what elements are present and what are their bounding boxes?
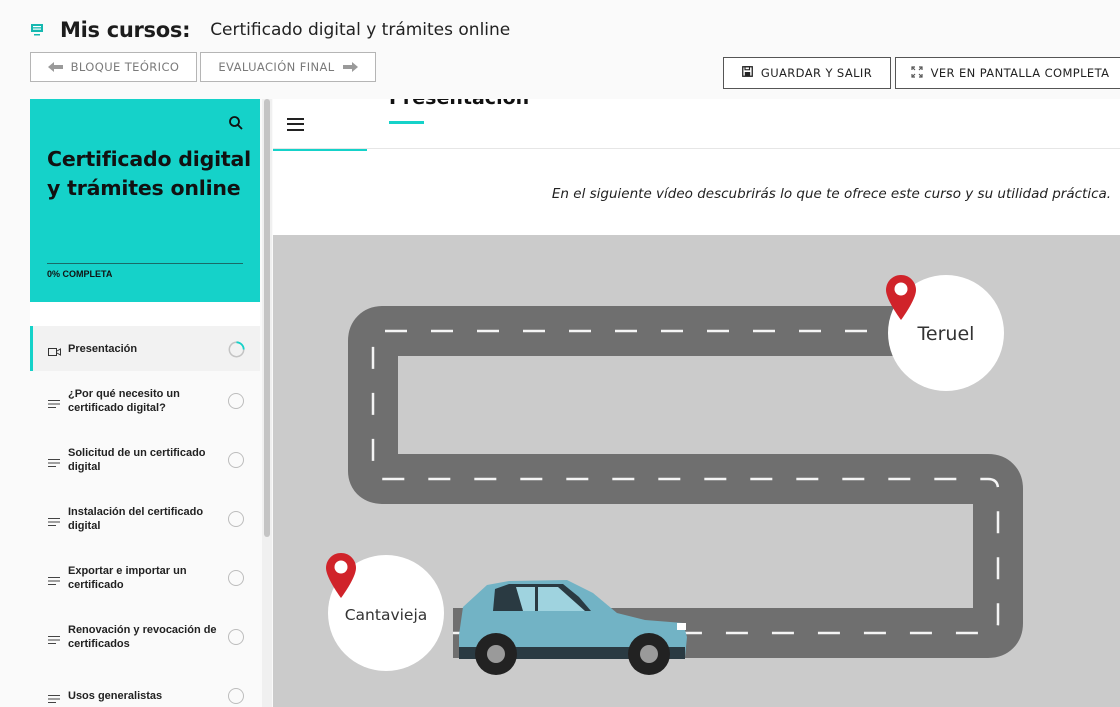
- lesson-label: Renovación y revocación de certificados: [68, 623, 217, 650]
- car-icon: [459, 580, 687, 675]
- not-started-icon: [228, 392, 244, 409]
- text-lines-icon: [48, 514, 61, 526]
- title-row: Mis cursos: Certificado digital y trámit…: [30, 16, 510, 44]
- origin-label: Cantavieja: [345, 606, 428, 624]
- lesson-label: Exportar e importar un certificado: [68, 564, 187, 591]
- expand-icon: [911, 65, 923, 81]
- not-started-icon: [228, 451, 244, 468]
- monitor-icon: [30, 23, 44, 37]
- text-lines-icon: [48, 691, 61, 703]
- video-player[interactable]: Teruel Cantavieja: [273, 235, 1120, 707]
- video-icon: [48, 344, 61, 356]
- lesson-item[interactable]: Usos generalistas: [30, 666, 260, 707]
- text-lines-icon: [48, 573, 61, 585]
- arrow-right-icon: [342, 62, 358, 72]
- scrollbar-thumb[interactable]: [264, 99, 270, 537]
- text-lines-icon: [48, 455, 61, 467]
- lesson-item[interactable]: Solicitud de un certificado digital: [30, 430, 260, 489]
- save-and-exit-button[interactable]: GUARDAR Y SALIR: [723, 57, 891, 89]
- prev-block-button[interactable]: BLOQUE TEÓRICO: [30, 52, 197, 82]
- in-progress-icon: [228, 340, 245, 357]
- not-started-icon: [228, 687, 244, 704]
- lesson-topbar: Presentación: [273, 99, 1120, 151]
- fullscreen-button[interactable]: VER EN PANTALLA COMPLETA: [895, 57, 1120, 89]
- menu-toggle-button[interactable]: [273, 99, 367, 151]
- next-block-button[interactable]: EVALUACIÓN FINAL: [200, 52, 376, 82]
- lesson-item[interactable]: ¿Por qué necesito un certificado digital…: [30, 371, 260, 430]
- text-lines-icon: [48, 396, 61, 408]
- arrow-left-icon: [47, 62, 63, 72]
- page-header: Mis cursos: Certificado digital y trámit…: [0, 0, 1120, 100]
- sidebar-header: Certificado digital y trámites online 0%…: [30, 99, 260, 302]
- progress-bar: [47, 263, 243, 264]
- lesson-list: Presentación ¿Por qué necesito un certif…: [30, 326, 260, 707]
- not-started-icon: [228, 628, 244, 645]
- next-block-label: EVALUACIÓN FINAL: [218, 60, 335, 74]
- fullscreen-label: VER EN PANTALLA COMPLETA: [930, 66, 1110, 80]
- destination-label: Teruel: [917, 323, 975, 345]
- lesson-item[interactable]: Presentación: [30, 326, 260, 371]
- not-started-icon: [228, 510, 244, 527]
- hamburger-icon: [287, 117, 304, 131]
- lesson-item[interactable]: Exportar e importar un certificado: [30, 548, 260, 607]
- page-title: Certificado digital y trámites online: [210, 20, 511, 40]
- course-sidebar: Certificado digital y trámites online 0%…: [30, 99, 260, 707]
- road: [348, 306, 1023, 658]
- lesson-label: Instalación del certificado digital: [68, 505, 204, 532]
- lesson-label: Presentación: [68, 342, 138, 355]
- progress-label: 0% COMPLETA: [47, 269, 113, 279]
- prev-block-label: BLOQUE TEÓRICO: [70, 60, 180, 74]
- lesson-label: Solicitud de un certificado digital: [68, 446, 206, 473]
- lesson-item[interactable]: Renovación y revocación de certificados: [30, 607, 260, 666]
- search-icon[interactable]: [228, 115, 244, 131]
- floppy-disk-icon: [741, 66, 753, 80]
- lesson-item[interactable]: Instalación del certificado digital: [30, 489, 260, 548]
- sidebar-scrollbar[interactable]: [262, 99, 272, 707]
- sidebar-course-title: Certificado digital y trámites online: [47, 147, 251, 200]
- lesson-intro-text: En el siguiente vídeo descubrirás lo que…: [551, 186, 1112, 202]
- lesson-label: ¿Por qué necesito un certificado digital…: [68, 387, 180, 414]
- not-started-icon: [228, 569, 244, 586]
- text-lines-icon: [48, 632, 61, 644]
- heading-underline: [389, 121, 424, 124]
- lesson-content: Presentación En el siguiente vídeo descu…: [273, 99, 1120, 707]
- lesson-heading: Presentación: [389, 99, 529, 109]
- save-and-exit-label: GUARDAR Y SALIR: [760, 66, 873, 80]
- section-label: Mis cursos:: [60, 18, 191, 42]
- lesson-label: Usos generalistas: [68, 689, 163, 702]
- video-frame: Teruel Cantavieja: [326, 275, 1023, 675]
